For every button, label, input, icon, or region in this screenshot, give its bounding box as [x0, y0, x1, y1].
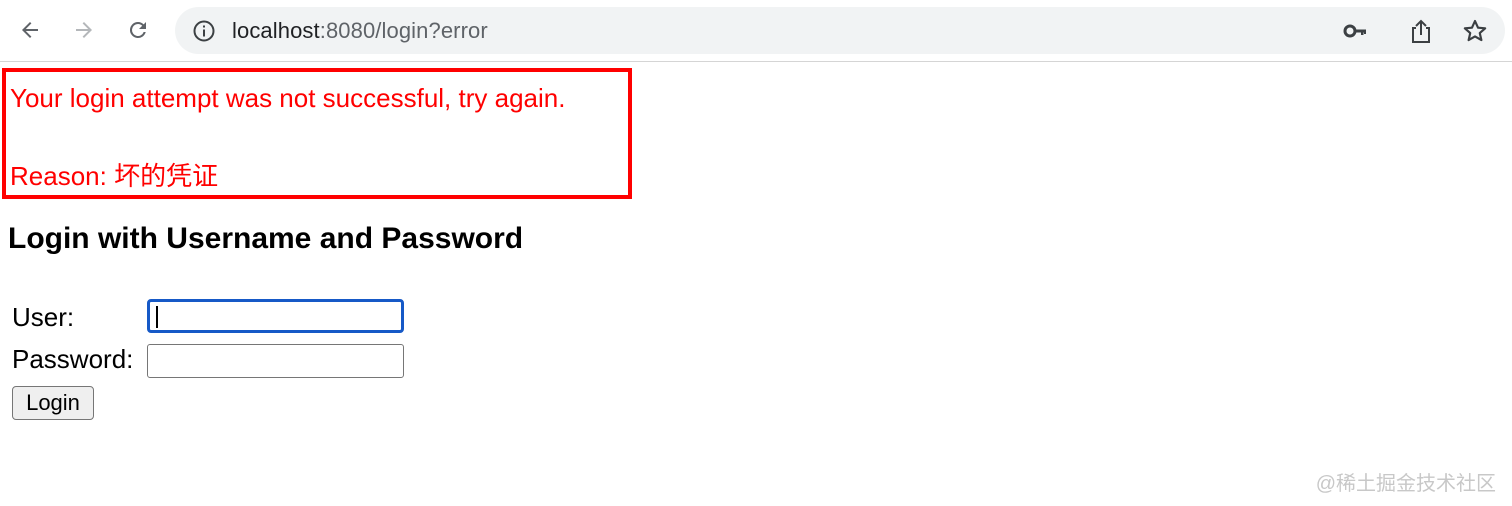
bookmark-button[interactable]	[1462, 18, 1488, 44]
password-label: Password:	[12, 344, 134, 374]
address-bar[interactable]: localhost:8080/login?error	[175, 7, 1505, 54]
error-reason: Reason: 坏的凭证	[10, 161, 219, 191]
username-input[interactable]	[147, 299, 404, 333]
back-button[interactable]	[13, 13, 47, 47]
key-icon	[1343, 24, 1366, 38]
arrow-left-icon	[22, 22, 38, 38]
star-icon	[1463, 19, 1487, 42]
login-button[interactable]: Login	[12, 386, 94, 420]
reload-icon	[129, 21, 146, 38]
reload-button[interactable]	[121, 13, 155, 47]
error-message-box: Your login attempt was not successful, t…	[2, 68, 632, 199]
arrow-right-icon	[76, 22, 92, 38]
page-title: Login with Username and Password	[8, 222, 524, 255]
url-host: localhost	[232, 18, 320, 43]
share-icon	[1412, 19, 1430, 43]
info-icon[interactable]	[192, 19, 216, 43]
url-path: :8080/login?error	[319, 18, 488, 43]
password-manager-button[interactable]	[1342, 18, 1368, 44]
forward-button[interactable]	[67, 13, 101, 47]
user-label: User:	[12, 302, 75, 332]
share-button[interactable]	[1408, 18, 1434, 44]
watermark: @稀土掘金技术社区	[1315, 473, 1496, 495]
browser-toolbar: localhost:8080/login?error	[0, 0, 1512, 62]
text-caret	[156, 306, 158, 328]
url-text[interactable]: localhost:8080/login?error	[232, 18, 488, 44]
password-input[interactable]	[147, 344, 404, 378]
error-message: Your login attempt was not successful, t…	[10, 83, 566, 113]
